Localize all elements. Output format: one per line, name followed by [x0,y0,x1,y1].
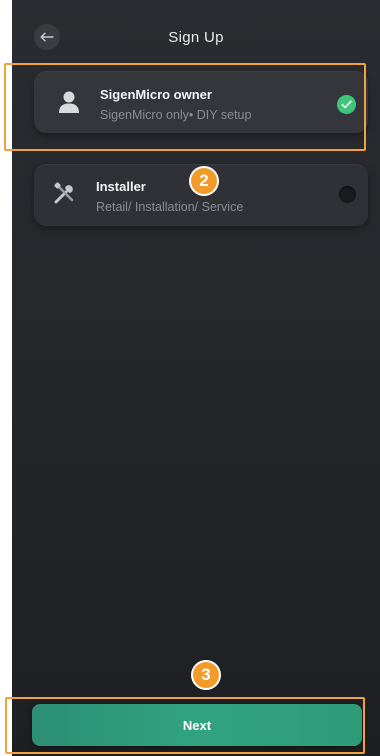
user-icon [59,91,79,113]
selected-check[interactable] [337,95,356,114]
step-marker-2: 2 [191,168,217,194]
unselected-radio[interactable] [339,186,356,203]
role-description: Retail/ Installation/ Service [96,200,244,214]
step-marker-3: 3 [193,662,219,688]
sign-up-screen: Sign Up SigenMicro owner SigenMicro only… [12,0,380,756]
role-name: Installer [96,179,146,194]
role-option-owner[interactable]: SigenMicro owner SigenMicro only• DIY se… [34,71,368,133]
role-name: SigenMicro owner [100,87,212,102]
wrench-screwdriver-icon [54,182,74,204]
page-title: Sign Up [168,29,224,46]
role-description: SigenMicro only• DIY setup [100,108,252,122]
next-button[interactable]: Next [32,704,362,746]
check-icon [341,100,352,109]
